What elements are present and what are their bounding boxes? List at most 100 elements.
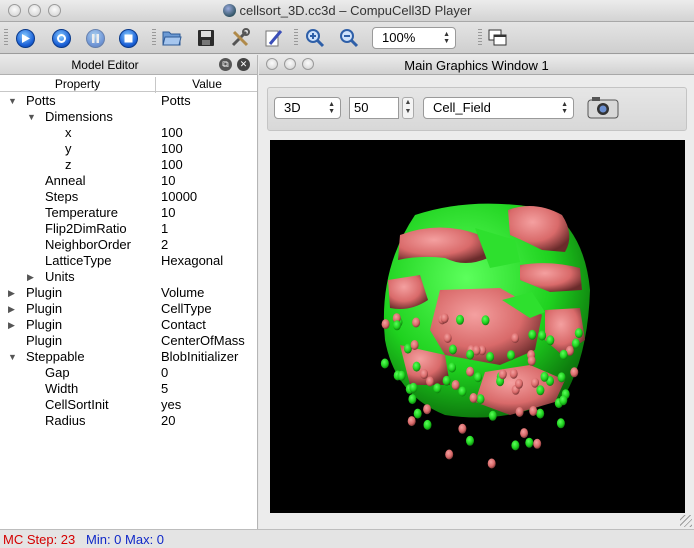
tree-row-value[interactable]: 10	[161, 205, 175, 221]
cell-marker	[481, 315, 490, 326]
cell-marker	[466, 366, 475, 377]
zoom-out-button[interactable]	[338, 27, 360, 49]
tree-row-property: x	[65, 125, 72, 140]
cell-marker	[571, 338, 580, 349]
tree-row-value[interactable]: Contact	[161, 317, 206, 333]
tree-row-value[interactable]: CenterOfMass	[161, 333, 245, 349]
tree-row-value[interactable]: yes	[161, 397, 181, 413]
cell-marker	[448, 344, 457, 355]
float-panel-button[interactable]: ⧉	[219, 58, 232, 71]
cell-marker	[393, 320, 401, 331]
close-panel-button[interactable]: ✕	[237, 58, 250, 71]
tree-row-value[interactable]: 100	[161, 125, 183, 141]
view-mode-select[interactable]: 3D ▲ ▼	[274, 97, 341, 119]
cell-marker	[525, 437, 534, 448]
tree-row[interactable]: ▼ Dimensions	[0, 109, 257, 125]
graphics-window-title: Main Graphics Window 1	[404, 58, 549, 73]
toolbar-grip[interactable]	[478, 29, 482, 47]
tree-row-value[interactable]: 2	[161, 237, 168, 253]
tree-row[interactable]: x 100	[0, 125, 257, 141]
zoom-level-select[interactable]: 100% ▲ ▼	[372, 27, 456, 49]
run-button[interactable]	[14, 27, 36, 49]
tree-row-value[interactable]: 0	[161, 365, 168, 381]
tree-row-value[interactable]: 100	[161, 157, 183, 173]
toolbar-grip[interactable]	[4, 29, 8, 47]
slice-spinbox[interactable]: 50	[349, 97, 399, 119]
tree-row[interactable]: ▶ Plugin Volume	[0, 285, 257, 301]
tree-row-value[interactable]: 1	[161, 221, 168, 237]
expand-arrow-icon[interactable]: ▶	[27, 269, 34, 285]
toolbar-grip[interactable]	[294, 29, 298, 47]
tree-row-property: Plugin	[26, 301, 63, 316]
open-button[interactable]	[161, 27, 183, 49]
tree-row[interactable]: Temperature 10	[0, 205, 257, 221]
tree-row-value[interactable]: Potts	[161, 93, 191, 109]
tree-row[interactable]: ▼ Potts Potts	[0, 93, 257, 109]
open-icon	[162, 31, 182, 46]
tree-row[interactable]: LatticeType Hexagonal	[0, 253, 257, 269]
cell-field-render[interactable]	[270, 140, 685, 513]
tree-row[interactable]: z 100	[0, 157, 257, 173]
cell-marker	[381, 319, 390, 330]
collapse-arrow-icon[interactable]: ▼	[8, 349, 17, 365]
cell-marker	[570, 367, 579, 378]
tree-row-property: NeighborOrder	[45, 237, 131, 252]
main-graphics-window: Main Graphics Window 1 3D ▲ ▼ 50 ▲ ▼ Cell_…	[259, 55, 694, 529]
collapse-arrow-icon[interactable]: ▼	[8, 93, 17, 109]
tree-row[interactable]: NeighborOrder 2	[0, 237, 257, 253]
tree-row[interactable]: Steps 10000	[0, 189, 257, 205]
tree-row[interactable]: CellSortInit yes	[0, 397, 257, 413]
tree-row[interactable]: Plugin CenterOfMass	[0, 333, 257, 349]
zoom-in-button[interactable]	[304, 27, 326, 49]
tree-row[interactable]: ▶ Plugin CellType	[0, 301, 257, 317]
tree-row[interactable]: Anneal 10	[0, 173, 257, 189]
cell-marker	[412, 361, 421, 372]
tools-button[interactable]	[229, 27, 251, 49]
3d-render-canvas[interactable]	[270, 140, 685, 513]
tree-row-value[interactable]: CellType	[161, 301, 212, 317]
tree-row-value[interactable]: 5	[161, 381, 168, 397]
tree-row-value[interactable]: Volume	[161, 285, 204, 301]
expand-arrow-icon[interactable]: ▶	[8, 285, 15, 301]
pause-button[interactable]	[84, 27, 106, 49]
cell-marker	[540, 371, 549, 382]
graphics-window-title-bar: Main Graphics Window 1	[259, 55, 694, 75]
new-window-button[interactable]	[487, 27, 509, 49]
cell-marker	[487, 458, 496, 469]
save-button[interactable]	[195, 27, 217, 49]
cell-marker	[458, 423, 467, 434]
tree-row[interactable]: ▶ Plugin Contact	[0, 317, 257, 333]
resize-grip[interactable]	[680, 515, 692, 527]
cell-marker	[574, 328, 583, 339]
tree-row-value[interactable]: BlobInitializer	[161, 349, 238, 365]
toolbar-grip[interactable]	[152, 29, 156, 47]
tree-row-property: Dimensions	[45, 109, 113, 124]
stop-button[interactable]	[117, 27, 139, 49]
tree-row-value[interactable]: 10	[161, 173, 175, 189]
stop-icon	[118, 28, 138, 48]
expand-arrow-icon[interactable]: ▶	[8, 317, 15, 333]
tree-row-value[interactable]: 10000	[161, 189, 197, 205]
value-column-header[interactable]: Value	[157, 77, 257, 91]
tree-row[interactable]: Gap 0	[0, 365, 257, 381]
property-column-header[interactable]: Property	[0, 77, 156, 93]
edit-button[interactable]	[263, 27, 285, 49]
tree-row-value[interactable]: 20	[161, 413, 175, 429]
slice-stepper[interactable]: ▲ ▼	[402, 97, 414, 119]
screenshot-button[interactable]	[586, 94, 620, 120]
collapse-arrow-icon[interactable]: ▼	[27, 109, 36, 125]
tree-row-value[interactable]: 100	[161, 141, 183, 157]
select-arrows-icon: ▲ ▼	[328, 101, 335, 115]
tree-row[interactable]: Width 5	[0, 381, 257, 397]
cell-marker	[486, 351, 495, 362]
cell-marker	[509, 368, 518, 379]
tree-row[interactable]: ▼ Steppable BlobInitializer	[0, 349, 257, 365]
tree-row[interactable]: Flip2DimRatio 1	[0, 221, 257, 237]
step-button[interactable]	[50, 27, 72, 49]
field-select[interactable]: Cell_Field ▲ ▼	[423, 97, 574, 119]
tree-row[interactable]: ▶ Units	[0, 269, 257, 285]
tree-row[interactable]: y 100	[0, 141, 257, 157]
tree-row[interactable]: Radius 20	[0, 413, 257, 429]
tree-row-value[interactable]: Hexagonal	[161, 253, 223, 269]
expand-arrow-icon[interactable]: ▶	[8, 301, 15, 317]
